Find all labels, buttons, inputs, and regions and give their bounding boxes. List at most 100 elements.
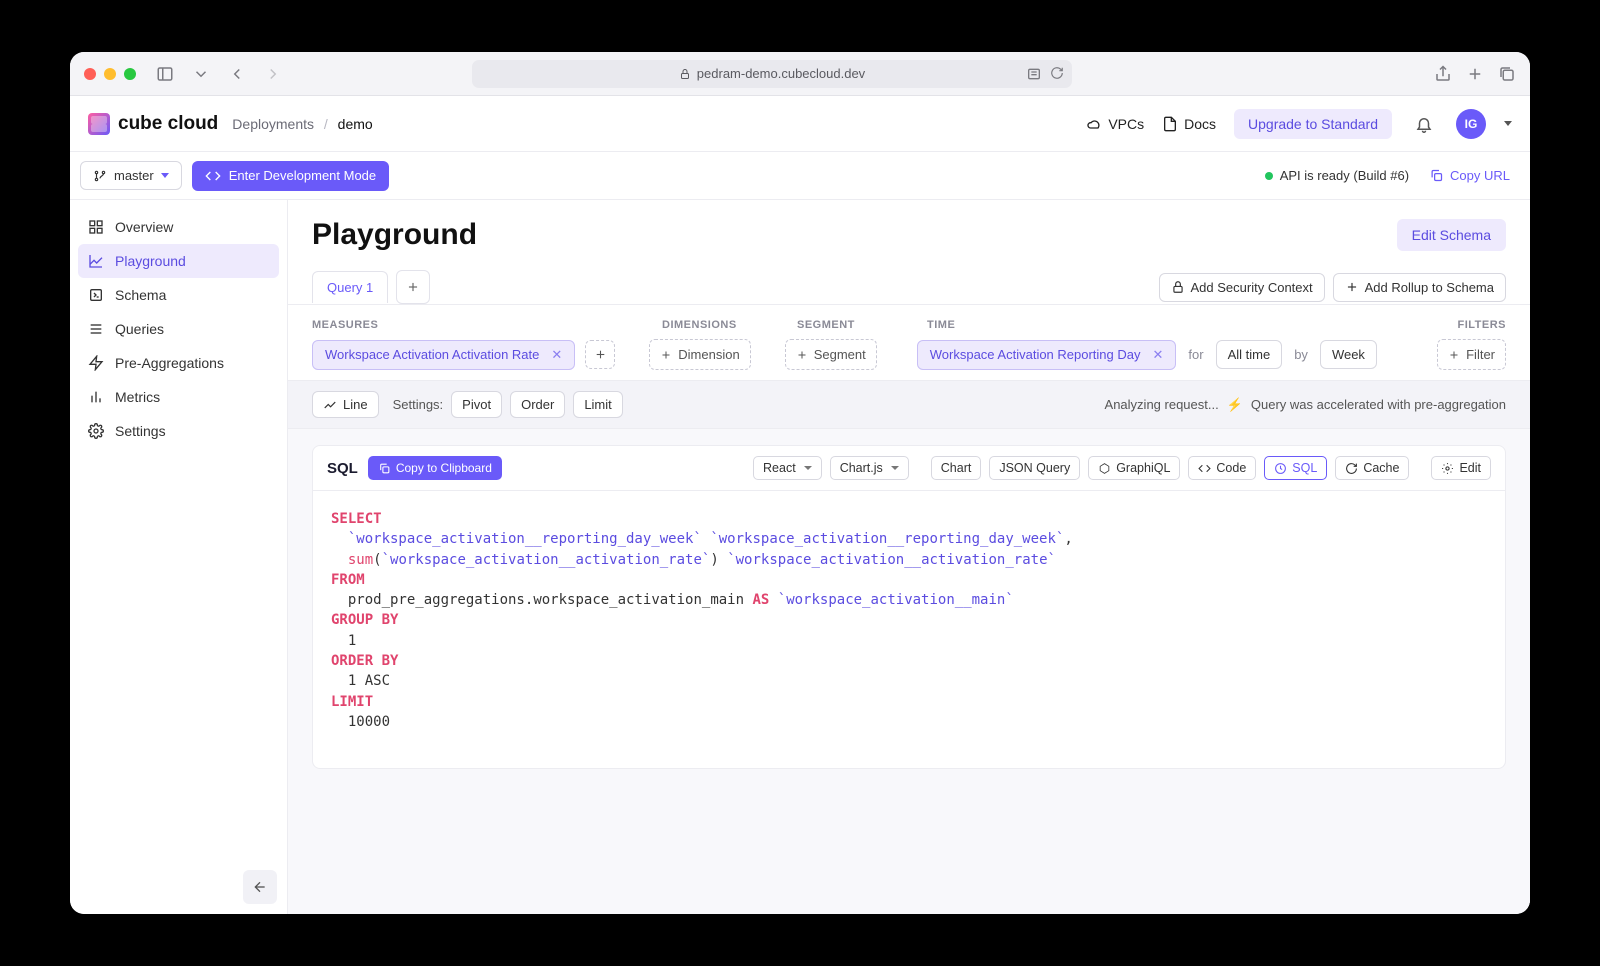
btn-label: Segment <box>814 347 866 362</box>
cache-tab[interactable]: Cache <box>1335 456 1409 480</box>
framework-select[interactable]: React <box>753 456 822 480</box>
add-segment-button[interactable]: Segment <box>785 339 877 370</box>
browser-window: pedram-demo.cubecloud.dev cube cloud Dep… <box>70 52 1530 914</box>
sidebar-item-label: Metrics <box>115 389 160 405</box>
json-query-tab[interactable]: JSON Query <box>989 456 1080 480</box>
btn-label: Copy to Clipboard <box>396 461 492 475</box>
plus-icon <box>594 348 607 361</box>
page-title: Playground <box>312 218 477 252</box>
copy-icon <box>378 462 391 475</box>
viz-toolbar: Line Settings: Pivot Order Limit Analyzi… <box>288 380 1530 429</box>
lightning-icon <box>88 355 104 371</box>
tab-query1[interactable]: Query 1 <box>312 271 388 303</box>
analyzing-text: Analyzing request... <box>1105 397 1219 412</box>
api-status-label: API is ready (Build #6) <box>1280 168 1409 183</box>
sidebar-collapse-button[interactable] <box>243 870 277 904</box>
reader-icon[interactable] <box>1026 66 1042 82</box>
edit-button[interactable]: Edit <box>1431 456 1491 480</box>
add-dimension-button[interactable]: Dimension <box>649 339 750 370</box>
sql-body[interactable]: SELECT `workspace_activation__reporting_… <box>313 491 1505 768</box>
copy-icon <box>1429 168 1444 183</box>
user-menu-caret-icon[interactable] <box>1504 121 1512 126</box>
plus-icon <box>1345 280 1359 294</box>
bell-icon <box>1415 115 1433 133</box>
forward-button[interactable] <box>260 61 286 87</box>
measures-label: MEASURES <box>312 319 662 331</box>
edit-schema-button[interactable]: Edit Schema <box>1397 219 1506 251</box>
add-rollup-button[interactable]: Add Rollup to Schema <box>1333 273 1506 302</box>
close-window-icon[interactable] <box>84 68 96 80</box>
branch-selector[interactable]: master <box>80 161 182 190</box>
sidebar-item-settings[interactable]: Settings <box>78 414 279 448</box>
traffic-lights <box>84 68 136 80</box>
refresh-icon[interactable] <box>1050 66 1064 80</box>
share-icon[interactable] <box>1434 65 1452 83</box>
add-filter-button[interactable]: Filter <box>1437 339 1506 370</box>
sql-panel: SQL Copy to Clipboard React Chart.js Cha… <box>312 445 1506 769</box>
tabs-icon[interactable] <box>1498 65 1516 83</box>
upgrade-button[interactable]: Upgrade to Standard <box>1234 109 1392 139</box>
sidebar-item-metrics[interactable]: Metrics <box>78 380 279 414</box>
url-bar[interactable]: pedram-demo.cubecloud.dev <box>472 60 1072 88</box>
dimensions-label: DIMENSIONS <box>662 319 797 331</box>
add-tab-button[interactable] <box>396 270 430 304</box>
btn-label: SQL <box>1292 461 1317 475</box>
docs-link[interactable]: Docs <box>1162 116 1216 132</box>
sidebar-item-queries[interactable]: Queries <box>78 312 279 346</box>
copy-to-clipboard-button[interactable]: Copy to Clipboard <box>368 456 502 480</box>
chevron-down-icon <box>161 173 169 178</box>
sidebar-item-schema[interactable]: Schema <box>78 278 279 312</box>
sidebar-item-label: Pre-Aggregations <box>115 355 224 371</box>
limit-button[interactable]: Limit <box>573 391 622 418</box>
plus-icon <box>660 349 672 361</box>
chart-lib-select[interactable]: Chart.js <box>830 456 909 480</box>
remove-chip-icon[interactable]: ✕ <box>547 347 566 363</box>
graphql-icon <box>1098 462 1111 475</box>
graphiql-tab[interactable]: GraphiQL <box>1088 456 1180 480</box>
add-security-context-button[interactable]: Add Security Context <box>1159 273 1325 302</box>
chevron-down-icon[interactable] <box>188 61 214 87</box>
logo[interactable]: cube cloud <box>88 113 218 135</box>
sidebar-item-playground[interactable]: Playground <box>78 244 279 278</box>
code-tab[interactable]: Code <box>1188 456 1256 480</box>
clock-icon <box>1274 462 1287 475</box>
tabs-row: Query 1 Add Security Context Add Rollup … <box>288 258 1530 304</box>
copy-url-button[interactable]: Copy URL <box>1429 168 1510 183</box>
back-button[interactable] <box>224 61 250 87</box>
branch-label: master <box>114 168 154 183</box>
notifications-button[interactable] <box>1410 110 1438 138</box>
dev-mode-label: Enter Development Mode <box>229 168 376 183</box>
avatar[interactable]: IG <box>1456 109 1486 139</box>
breadcrumb-root[interactable]: Deployments <box>232 116 314 132</box>
remove-chip-icon[interactable]: ✕ <box>1149 347 1168 363</box>
new-tab-icon[interactable] <box>1466 65 1484 83</box>
copy-url-label: Copy URL <box>1450 168 1510 183</box>
sidebar-item-overview[interactable]: Overview <box>78 210 279 244</box>
accel-text: Query was accelerated with pre-aggregati… <box>1251 397 1506 412</box>
btn-label: Code <box>1216 461 1246 475</box>
sql-tab[interactable]: SQL <box>1264 456 1327 480</box>
sidebar-toggle-icon[interactable] <box>152 61 178 87</box>
page-head: Playground Edit Schema <box>288 200 1530 258</box>
granularity-select[interactable]: Week <box>1320 340 1377 369</box>
maximize-window-icon[interactable] <box>124 68 136 80</box>
logo-text: cube cloud <box>118 113 218 135</box>
chip-label: Workspace Activation Reporting Day <box>930 347 1141 362</box>
vpcs-link[interactable]: VPCs <box>1086 116 1144 132</box>
chart-tab[interactable]: Chart <box>931 456 982 480</box>
add-measure-button[interactable] <box>585 340 615 369</box>
measure-chip[interactable]: Workspace Activation Activation Rate ✕ <box>312 340 575 370</box>
breadcrumb-current: demo <box>338 116 373 132</box>
chart-type-select[interactable]: Line <box>312 391 379 418</box>
minimize-window-icon[interactable] <box>104 68 116 80</box>
time-range-select[interactable]: All time <box>1216 340 1283 369</box>
schema-icon <box>88 287 104 303</box>
lock-icon <box>1171 280 1185 294</box>
order-button[interactable]: Order <box>510 391 565 418</box>
plus-icon <box>406 280 420 294</box>
dev-mode-button[interactable]: Enter Development Mode <box>192 161 389 191</box>
time-chip[interactable]: Workspace Activation Reporting Day ✕ <box>917 340 1177 370</box>
sidebar-item-preaggregations[interactable]: Pre-Aggregations <box>78 346 279 380</box>
docs-label: Docs <box>1184 116 1216 132</box>
pivot-button[interactable]: Pivot <box>451 391 502 418</box>
